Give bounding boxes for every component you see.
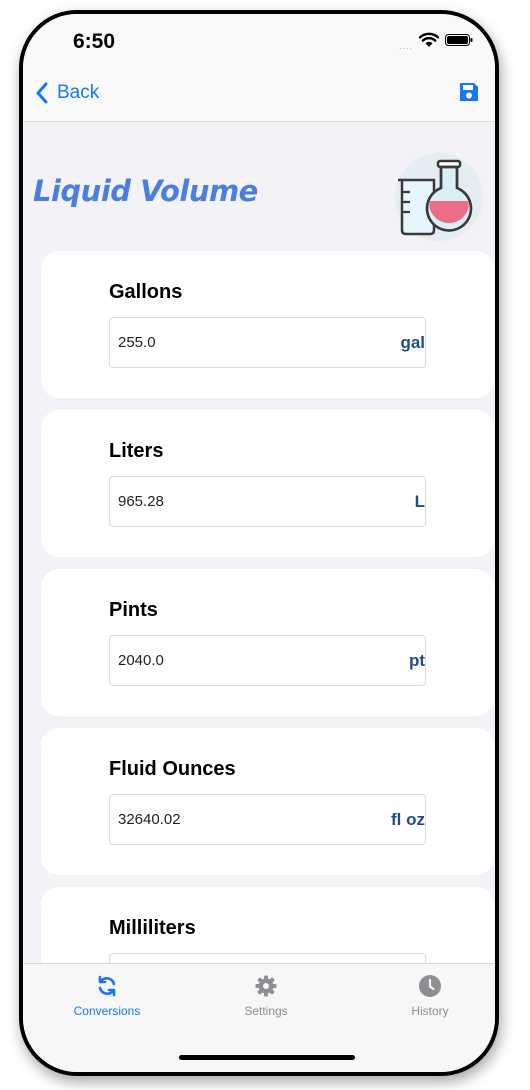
conversion-card-pints: Pints 2040.0 pt <box>41 569 494 716</box>
navigation-bar: Back <box>23 66 495 122</box>
signal-dots: .... <box>398 41 413 51</box>
fluid-ounces-input[interactable]: 32640.02 fl oz <box>109 794 426 845</box>
back-label: Back <box>57 82 100 103</box>
tab-history[interactable]: History <box>370 974 490 1018</box>
conversion-label: Fluid Ounces <box>109 758 236 780</box>
liters-input[interactable]: 965.28 L <box>109 476 426 527</box>
back-button[interactable]: Back <box>35 82 99 104</box>
home-indicator <box>179 1055 355 1060</box>
field-value: 255.0 <box>118 334 156 351</box>
pints-input[interactable]: 2040.0 pt <box>109 635 426 686</box>
field-value: 32640.02 <box>118 811 181 828</box>
unit-label: fl oz <box>391 810 425 829</box>
tab-conversions[interactable]: Conversions <box>47 974 167 1018</box>
phone-frame: 6:50 .... Back Liquid Volume Gallons 255… <box>19 10 499 1076</box>
tab-settings[interactable]: Settings <box>206 974 326 1018</box>
conversion-card-fluid-ounces: Fluid Ounces 32640.02 fl oz <box>41 728 494 875</box>
conversion-label: Gallons <box>109 281 183 303</box>
flask-beaker-icon <box>395 153 483 241</box>
field-value: 2040.0 <box>118 652 164 669</box>
wifi-icon <box>419 32 439 47</box>
refresh-icon <box>98 975 116 997</box>
clock-icon <box>419 975 441 997</box>
page-title: Liquid Volume <box>33 174 258 208</box>
tab-label: History <box>411 1004 449 1018</box>
tab-label: Settings <box>244 1004 288 1018</box>
tab-label: Conversions <box>73 1004 141 1018</box>
conversion-card-gallons: Gallons 255.0 gal <box>41 251 494 398</box>
gear-icon <box>255 975 277 997</box>
status-bar: 6:50 .... <box>23 14 495 66</box>
unit-label: pt <box>408 651 425 670</box>
tab-bar: Conversions Settings History <box>23 963 495 1072</box>
conversion-card-liters: Liters 965.28 L <box>41 410 494 557</box>
unit-label: L <box>414 492 425 511</box>
app-screen: 6:50 .... Back Liquid Volume Gallons 255… <box>23 14 495 1072</box>
field-value: 965.28 <box>118 493 164 510</box>
save-icon[interactable] <box>457 80 481 104</box>
chevron-left-icon <box>36 82 48 104</box>
battery-icon <box>445 34 473 46</box>
conversion-label: Pints <box>109 599 158 621</box>
gallons-input[interactable]: 255.0 gal <box>109 317 426 368</box>
status-time: 6:50 <box>73 30 116 53</box>
conversion-label: Liters <box>109 440 164 462</box>
unit-label: gal <box>400 333 425 352</box>
conversion-label: Milliliters <box>109 917 196 939</box>
